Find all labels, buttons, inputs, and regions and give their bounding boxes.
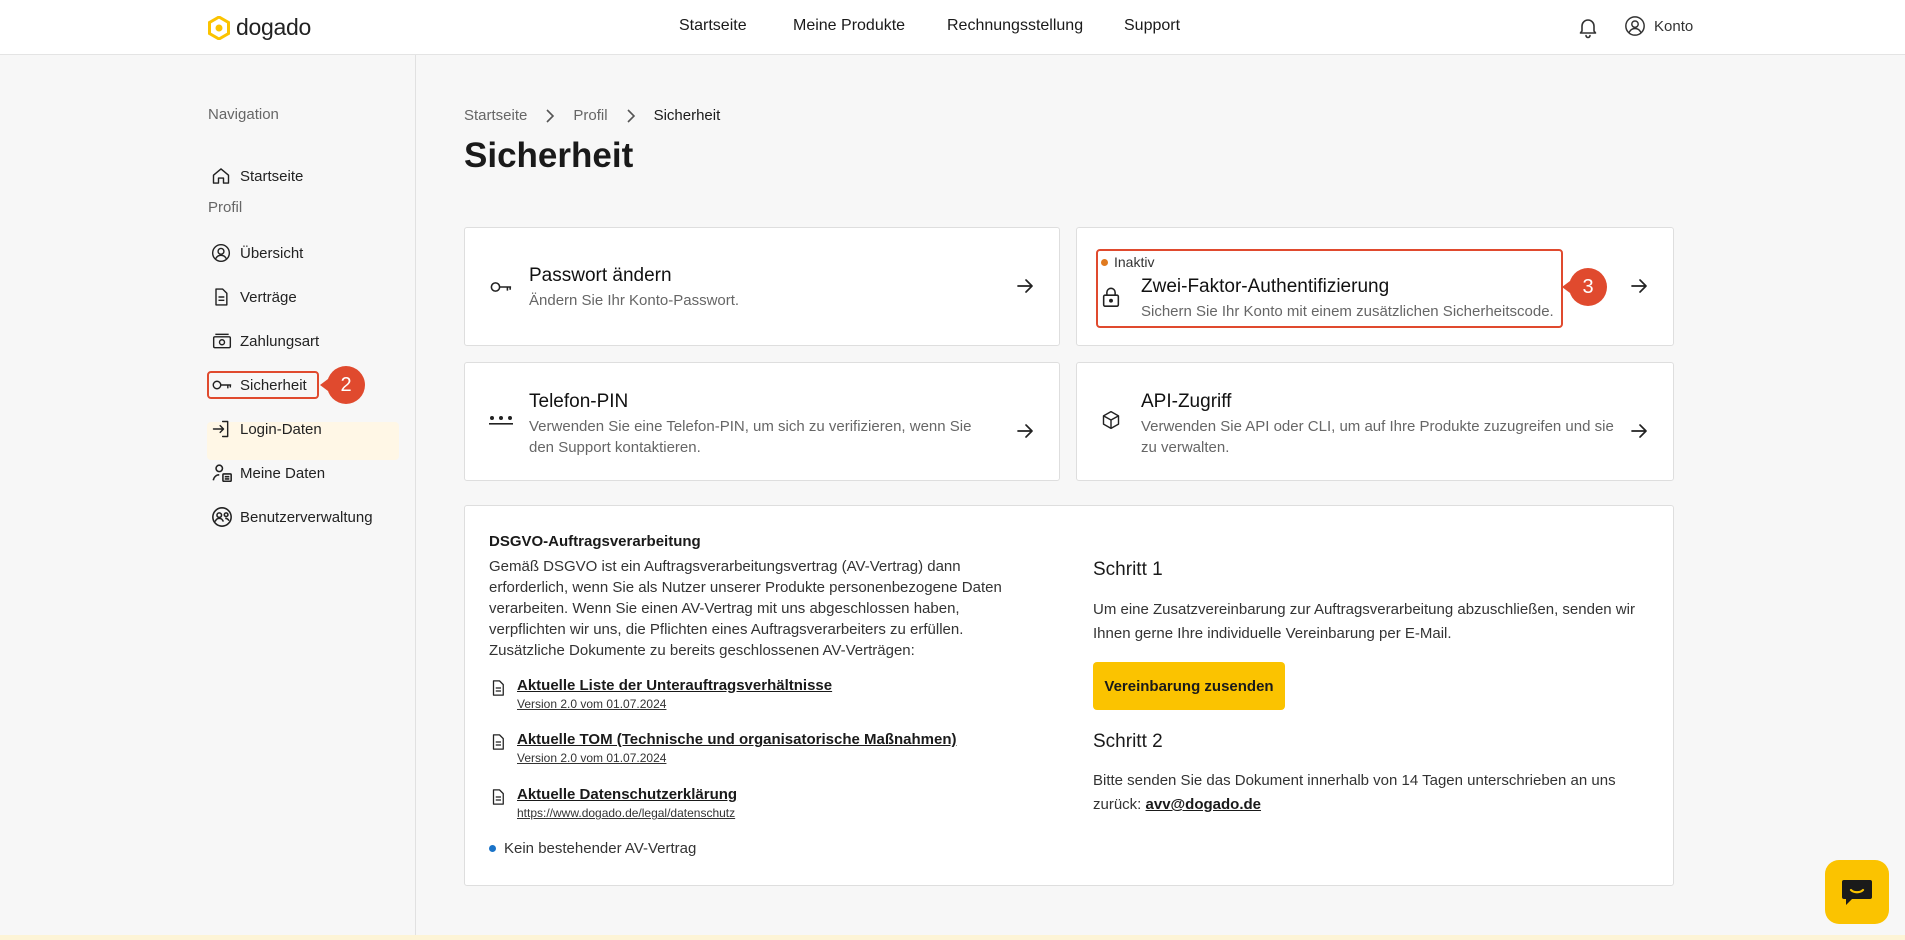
sidebar-item-label: Meine Daten: [240, 464, 326, 482]
logo-icon: [208, 15, 230, 40]
topnav-startseite[interactable]: Startseite: [679, 17, 747, 35]
dsgvo-title: DSGVO-Auftragsverarbeitung: [489, 533, 701, 550]
card-description: Verwenden Sie API oder CLI, um auf Ihre …: [1141, 418, 1614, 456]
breadcrumb-startseite[interactable]: Startseite: [464, 107, 527, 124]
document-icon: [489, 786, 507, 820]
top-navigation-bar: dogado Startseite Meine Produkte Rechnun…: [0, 0, 1905, 55]
home-icon: [208, 166, 240, 186]
sidebar-item-vertraege[interactable]: Verträge: [208, 281, 297, 313]
document-name[interactable]: Aktuelle TOM (Technische und organisator…: [517, 731, 957, 748]
card-password-change[interactable]: Passwort ändern Ändern Sie Ihr Konto-Pas…: [464, 227, 1060, 346]
document-icon: [489, 731, 507, 765]
document-version[interactable]: Version 2.0 vom 01.07.2024: [517, 697, 832, 711]
annotation-highlight-sicherheit: [207, 371, 319, 399]
sidebar: Navigation Startseite Profil Übersicht V…: [0, 55, 416, 940]
card-title: Passwort ändern: [529, 265, 672, 286]
dsgvo-panel: DSGVO-Auftragsverarbeitung Gemäß DSGVO i…: [464, 505, 1674, 886]
arrow-right-icon: [1629, 276, 1649, 296]
card-two-factor-auth[interactable]: Inaktiv Zwei-Faktor-Authentifizierung Si…: [1076, 227, 1674, 346]
sidebar-item-label: Übersicht: [240, 244, 304, 262]
document-url[interactable]: https://www.dogado.de/legal/datenschutz: [517, 806, 737, 820]
sidebar-item-uebersicht[interactable]: Übersicht: [208, 237, 303, 269]
breadcrumb-current: Sicherheit: [653, 107, 721, 124]
card-phone-pin[interactable]: Telefon-PIN Verwenden Sie eine Telefon-P…: [464, 362, 1060, 481]
card-description: Verwenden Sie eine Telefon-PIN, um sich …: [529, 418, 972, 456]
bottom-strip: [0, 935, 1905, 940]
email-link[interactable]: avv@dogado.de: [1146, 796, 1261, 813]
sidebar-item-login-daten[interactable]: Login-Daten: [208, 413, 322, 445]
dogado-logo[interactable]: dogado: [208, 14, 311, 41]
av-contract-status: Kein bestehender AV-Vertrag: [489, 840, 696, 857]
document-link-datenschutz[interactable]: Aktuelle Datenschutzerklärung https://ww…: [489, 786, 737, 820]
sidebar-item-label: Startseite: [240, 167, 304, 185]
topnav-rechnungsstellung[interactable]: Rechnungsstellung: [947, 17, 1083, 35]
status-label: Kein bestehender AV-Vertrag: [504, 840, 697, 857]
annotation-badge-2: 2: [320, 366, 365, 404]
sidebar-item-label: Login-Daten: [240, 420, 322, 438]
account-menu[interactable]: Konto: [1624, 15, 1693, 37]
sidebar-item-label: Zahlungsart: [240, 332, 320, 350]
user-data-icon: [208, 462, 240, 484]
login-icon: [208, 419, 240, 439]
sidebar-heading-navigation: Navigation: [208, 106, 279, 123]
arrow-right-icon: [1015, 276, 1035, 296]
sidebar-item-startseite[interactable]: Startseite: [208, 160, 303, 192]
dsgvo-paragraph-additional: Zusätzliche Dokumente zu bereits geschlo…: [489, 642, 915, 659]
document-icon: [489, 677, 507, 711]
document-version[interactable]: Version 2.0 vom 01.07.2024: [517, 751, 957, 765]
sidebar-item-label: Verträge: [240, 288, 297, 306]
dsgvo-description: Gemäß DSGVO ist ein Auftragsverarbeitung…: [489, 556, 1037, 661]
topnav-support[interactable]: Support: [1124, 17, 1180, 35]
chevron-right-icon: [545, 108, 555, 123]
account-label: Konto: [1654, 17, 1694, 35]
payment-icon: [208, 331, 240, 351]
dsgvo-paragraph: Gemäß DSGVO ist ein Auftragsverarbeitung…: [489, 558, 1002, 638]
sidebar-item-zahlungsart[interactable]: Zahlungsart: [208, 325, 319, 357]
card-api-access[interactable]: API-Zugriff Verwenden Sie API oder CLI, …: [1076, 362, 1674, 481]
document-link-tom[interactable]: Aktuelle TOM (Technische und organisator…: [489, 731, 957, 765]
topnav-meine-produkte[interactable]: Meine Produkte: [793, 17, 905, 35]
step-1-text: Um eine Zusatzvereinbarung zur Auftragsv…: [1093, 601, 1635, 642]
step-1-title: Schritt 1: [1093, 559, 1163, 580]
user-management-icon: [208, 506, 240, 528]
card-title: Telefon-PIN: [529, 391, 629, 412]
user-circle-icon: [208, 243, 240, 263]
arrow-right-icon: [1015, 421, 1035, 441]
card-description: Ändern Sie Ihr Konto-Passwort.: [529, 292, 740, 309]
chevron-right-icon: [626, 108, 636, 123]
step-2-title: Schritt 2: [1093, 731, 1163, 752]
send-agreement-button[interactable]: Vereinbarung zusenden: [1093, 662, 1285, 710]
page-title: Sicherheit: [464, 136, 634, 175]
sidebar-item-benutzerverwaltung[interactable]: Benutzerverwaltung: [208, 501, 373, 533]
annotation-badge-3: 3: [1562, 268, 1607, 306]
document-icon: [208, 287, 240, 307]
cube-icon: [1101, 409, 1121, 431]
document-name[interactable]: Aktuelle Datenschutzerklärung: [517, 786, 737, 803]
logo-text: dogado: [236, 14, 311, 40]
annotation-highlight-two-factor: [1096, 249, 1563, 328]
document-link-unterauftrag[interactable]: Aktuelle Liste der Unterauftragsverhältn…: [489, 677, 832, 711]
sidebar-heading-profil: Profil: [208, 199, 243, 216]
notifications-bell-icon[interactable]: [1576, 15, 1600, 39]
step-2-text: Bitte senden Sie das Dokument innerhalb …: [1093, 769, 1653, 817]
card-title: API-Zugriff: [1141, 391, 1232, 412]
arrow-right-icon: [1629, 421, 1649, 441]
sidebar-item-label: Benutzerverwaltung: [240, 508, 373, 526]
account-icon: [1625, 16, 1645, 36]
pin-dots-icon: [489, 415, 513, 425]
chat-widget-button[interactable]: [1825, 860, 1889, 924]
chat-bubble-icon: [1842, 880, 1872, 905]
breadcrumb: Startseite Profil Sicherheit: [464, 107, 720, 124]
breadcrumb-profil[interactable]: Profil: [573, 107, 607, 124]
document-name[interactable]: Aktuelle Liste der Unterauftragsverhältn…: [517, 677, 832, 694]
sidebar-item-meine-daten[interactable]: Meine Daten: [208, 457, 325, 489]
status-dot: [489, 845, 496, 852]
key-icon: [489, 276, 513, 298]
